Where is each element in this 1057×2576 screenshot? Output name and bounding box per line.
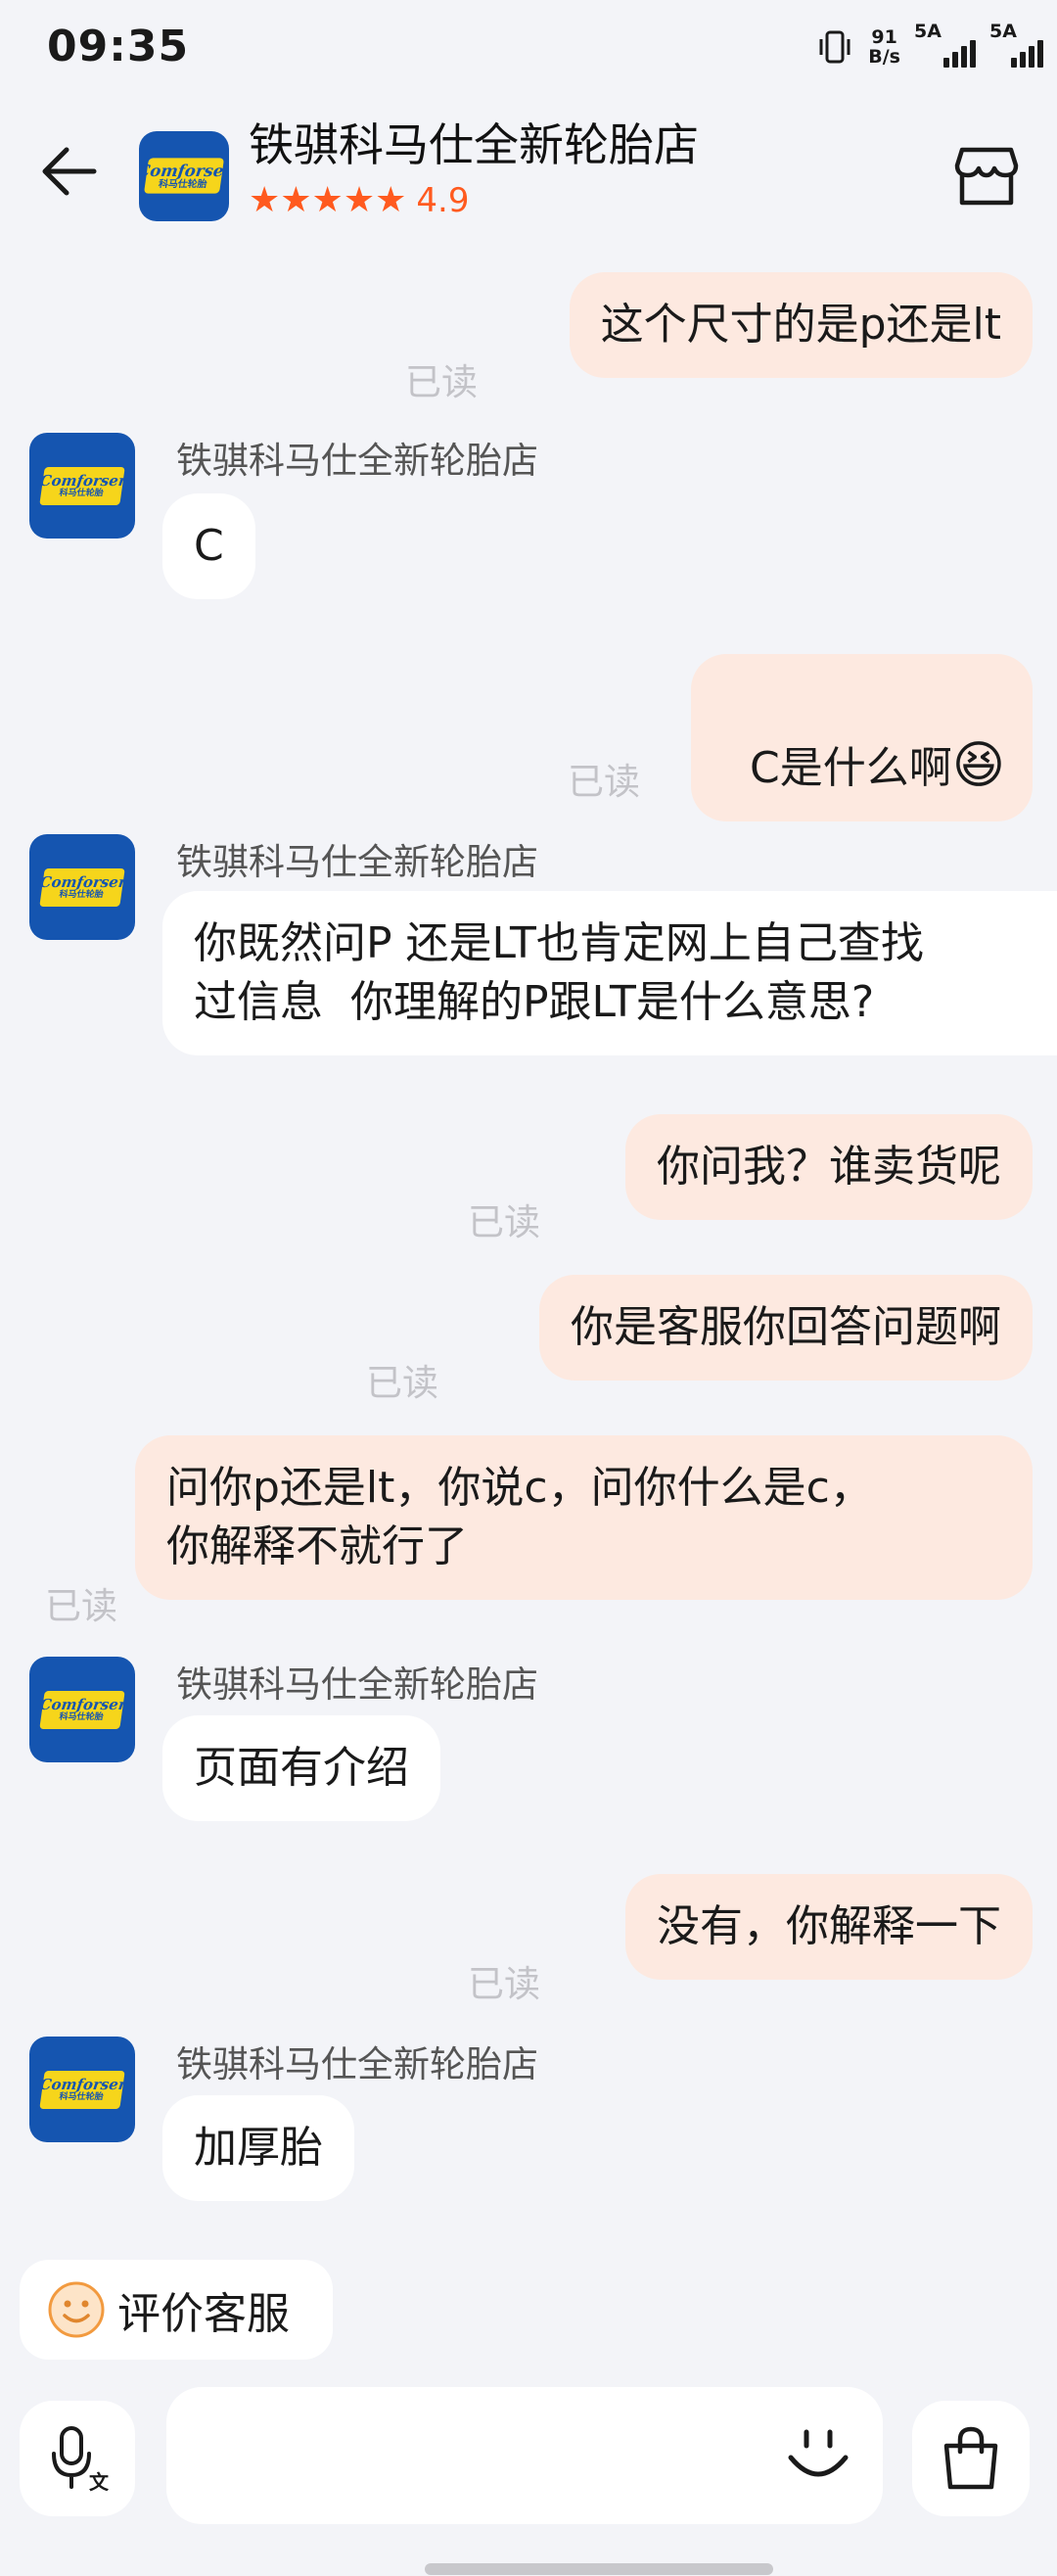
- logo-text: Comforser: [38, 873, 127, 891]
- store-button[interactable]: [943, 137, 1030, 215]
- logo-subtext: 科马仕轮胎: [58, 2092, 105, 2102]
- grinning-squint-emoji-icon: 😆: [951, 736, 1005, 795]
- signal-icon-sim2: 5A: [989, 21, 1043, 68]
- sender-name: 铁骐科马仕全新轮胎店: [176, 1663, 538, 1706]
- logo-text: Comforser: [38, 472, 127, 490]
- read-receipt: 已读: [45, 1585, 117, 1627]
- microphone-icon: 文: [52, 2426, 109, 2493]
- svg-text:文: 文: [89, 2470, 109, 2493]
- rate-service-button[interactable]: 评价客服: [20, 2260, 333, 2360]
- home-indicator[interactable]: [425, 2563, 773, 2575]
- shopping-bag-icon: [943, 2426, 998, 2490]
- network-speed: 91 B/s: [868, 27, 900, 67]
- logo-text: Comforser: [139, 161, 229, 181]
- read-receipt: 已读: [568, 761, 640, 803]
- shop-message-bubble[interactable]: 加厚胎: [162, 2095, 354, 2201]
- logo-subtext: 科马仕轮胎: [58, 489, 105, 498]
- signal-icon-sim1: 5A: [914, 21, 976, 68]
- smiley-icon: [48, 2281, 105, 2338]
- read-receipt: 已读: [468, 1963, 540, 2005]
- logo-text: Comforser: [38, 1696, 127, 1713]
- my-message-bubble[interactable]: 你问我？谁卖货呢: [625, 1114, 1033, 1220]
- sim2-label: 5A: [989, 21, 1017, 42]
- sim1-label: 5A: [914, 21, 942, 42]
- my-message-bubble[interactable]: 问你p还是lt，你说c，问你什么是c， 你解释不就行了: [135, 1435, 1033, 1600]
- vibrate-icon: [815, 25, 854, 69]
- rating-value: 4.9: [416, 181, 470, 220]
- arrow-left-icon: [42, 147, 97, 196]
- shop-message-bubble[interactable]: 页面有介绍: [162, 1715, 440, 1821]
- message-text: C是什么啊: [750, 743, 952, 793]
- sender-name: 铁骐科马仕全新轮胎店: [176, 440, 538, 482]
- net-speed-unit: B/s: [868, 46, 900, 68]
- net-speed-value: 91: [871, 26, 897, 48]
- my-message-bubble[interactable]: 这个尺寸的是p还是lt: [569, 272, 1033, 378]
- store-icon: [954, 147, 1019, 206]
- logo-subtext: 科马仕轮胎: [58, 1712, 105, 1722]
- read-receipt: 已读: [405, 361, 478, 403]
- my-message-bubble[interactable]: C是什么啊😆: [691, 654, 1033, 821]
- shop-title[interactable]: 铁骐科马仕全新轮胎店: [249, 110, 699, 174]
- sender-name: 铁骐科马仕全新轮胎店: [176, 2043, 538, 2085]
- shop-logo[interactable]: Comforser 科马仕轮胎: [139, 131, 229, 221]
- my-message-bubble[interactable]: 你是客服你回答问题啊: [539, 1275, 1033, 1381]
- sender-name: 铁骐科马仕全新轮胎店: [176, 841, 538, 883]
- rate-service-label: 评价客服: [117, 2289, 290, 2339]
- emoji-face-icon: [788, 2429, 849, 2477]
- rating-stars-icon: ★★★★★: [249, 180, 407, 220]
- read-receipt: 已读: [366, 1362, 438, 1404]
- voice-input-button[interactable]: 文: [20, 2401, 135, 2516]
- shop-message-bubble[interactable]: C: [162, 493, 255, 599]
- product-bag-button[interactable]: [912, 2401, 1030, 2516]
- logo-subtext: 科马仕轮胎: [58, 890, 105, 900]
- status-time: 09:35: [47, 22, 190, 71]
- emoji-button[interactable]: [775, 2416, 861, 2495]
- read-receipt: 已读: [468, 1201, 540, 1243]
- shop-message-bubble[interactable]: 你既然问P 还是LT也肯定网上自己查找 过信息 你理解的P跟LT是什么意思?: [162, 891, 1057, 1055]
- status-icons: 91 B/s 5A 5A: [815, 21, 1043, 69]
- logo-text: Comforser: [38, 2076, 127, 2093]
- shop-avatar[interactable]: Comforser 科马仕轮胎: [29, 1657, 135, 1762]
- shop-avatar[interactable]: Comforser 科马仕轮胎: [29, 433, 135, 539]
- shop-avatar[interactable]: Comforser 科马仕轮胎: [29, 2037, 135, 2142]
- shop-rating: ★★★★★ 4.9: [249, 181, 469, 220]
- shop-avatar[interactable]: Comforser 科马仕轮胎: [29, 834, 135, 940]
- my-message-bubble[interactable]: 没有，你解释一下: [625, 1874, 1033, 1980]
- back-button[interactable]: [29, 137, 108, 206]
- logo-subtext: 科马仕轮胎: [158, 179, 208, 191]
